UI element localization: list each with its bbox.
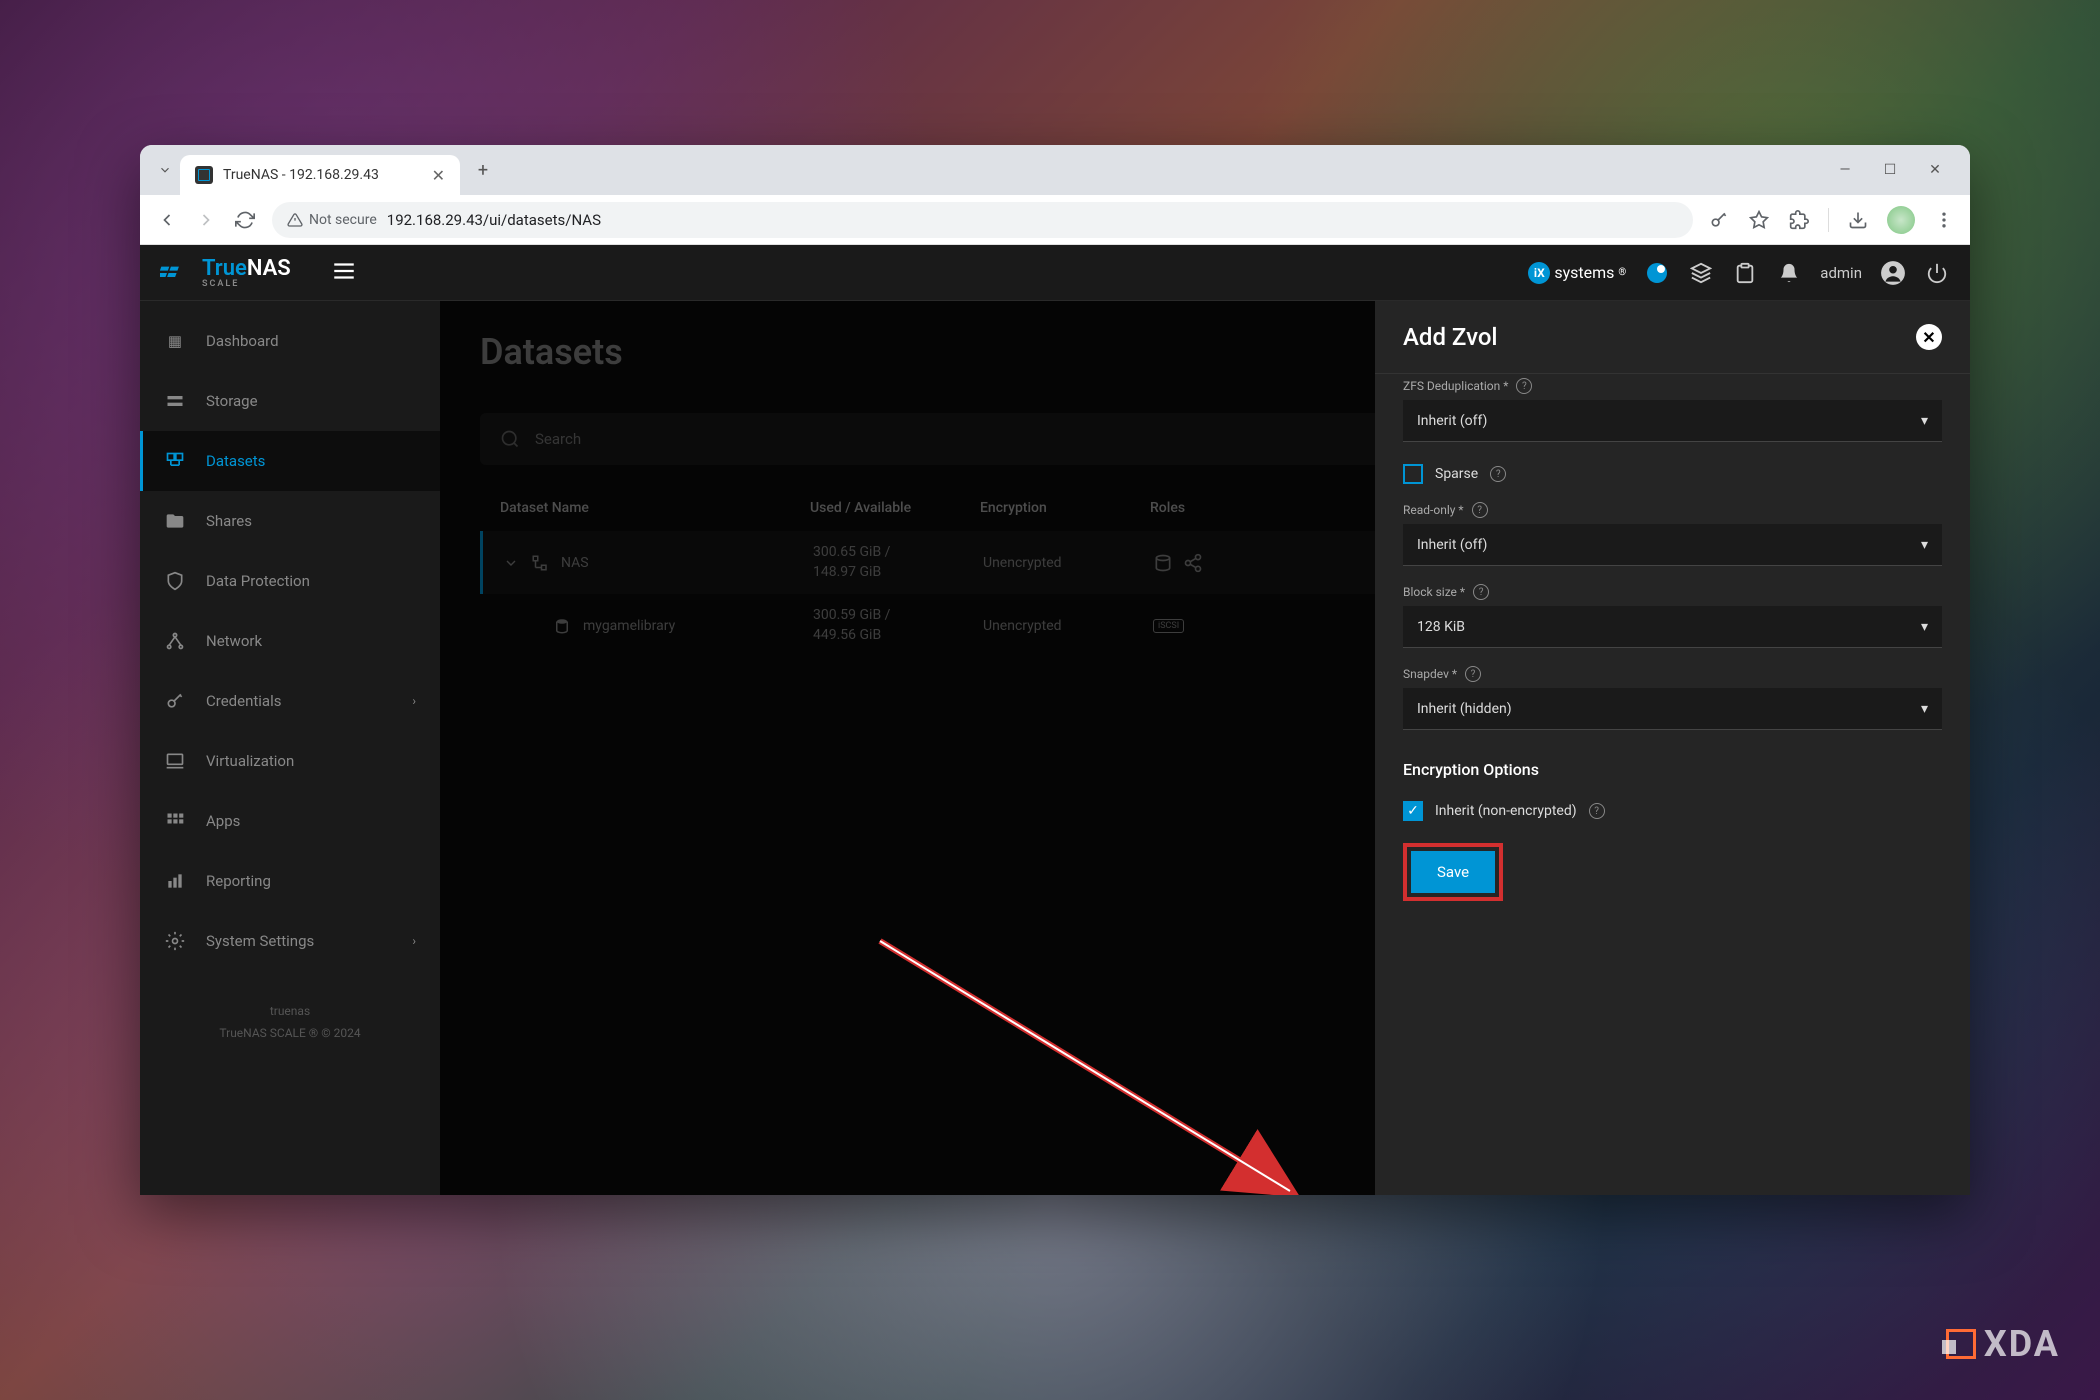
minimize-button[interactable]: — bbox=[1835, 160, 1855, 180]
sidebar-item-storage[interactable]: Storage bbox=[140, 371, 440, 431]
address-bar: Not secure 192.168.29.43/ui/datasets/NAS bbox=[140, 195, 1970, 245]
favicon-icon bbox=[195, 166, 213, 184]
password-key-icon[interactable] bbox=[1708, 209, 1730, 231]
apps-icon bbox=[164, 810, 186, 832]
blocksize-select[interactable]: 128 KiB▾ bbox=[1403, 606, 1942, 648]
dropdown-arrow-icon: ▾ bbox=[1921, 413, 1928, 429]
app-container: TrueNAS SCALE iX systems ® admin bbox=[140, 245, 1970, 1195]
xda-icon bbox=[1946, 1329, 1976, 1359]
power-icon[interactable] bbox=[1924, 260, 1950, 286]
back-button[interactable] bbox=[155, 208, 179, 232]
storage-icon bbox=[164, 390, 186, 412]
logo-text-nas: NAS bbox=[247, 256, 291, 281]
inherit-encryption-checkbox[interactable]: ✓ bbox=[1403, 801, 1423, 821]
readonly-select[interactable]: Inherit (off)▾ bbox=[1403, 524, 1942, 566]
security-badge[interactable]: Not secure bbox=[287, 212, 377, 228]
url-text: 192.168.29.43/ui/datasets/NAS bbox=[387, 211, 601, 229]
xda-watermark: XDA bbox=[1946, 1323, 2060, 1365]
forward-button[interactable] bbox=[194, 208, 218, 232]
bookmark-star-icon[interactable] bbox=[1748, 209, 1770, 231]
layers-icon[interactable] bbox=[1688, 260, 1714, 286]
help-icon[interactable]: ? bbox=[1516, 378, 1532, 394]
sidebar-footer: truenas TrueNAS SCALE ® © 2024 bbox=[140, 1001, 440, 1044]
dedup-label: ZFS Deduplication *? bbox=[1403, 378, 1942, 394]
save-button[interactable]: Save bbox=[1411, 851, 1495, 893]
downloads-icon[interactable] bbox=[1847, 209, 1869, 231]
chevron-right-icon: › bbox=[412, 934, 416, 948]
ix-label: systems bbox=[1554, 263, 1614, 282]
help-icon[interactable]: ? bbox=[1589, 803, 1605, 819]
reload-button[interactable] bbox=[233, 208, 257, 232]
sidebar-item-system-settings[interactable]: System Settings› bbox=[140, 911, 440, 971]
security-label: Not secure bbox=[309, 212, 377, 228]
shares-icon bbox=[164, 510, 186, 532]
dedup-select[interactable]: Inherit (off)▾ bbox=[1403, 400, 1942, 442]
hamburger-menu-button[interactable] bbox=[331, 258, 357, 288]
chart-icon bbox=[164, 870, 186, 892]
tab-title: TrueNAS - 192.168.29.43 bbox=[223, 167, 379, 183]
annotation-highlight: Save bbox=[1403, 843, 1503, 901]
truenas-logo[interactable]: TrueNAS SCALE bbox=[160, 256, 291, 289]
profile-avatar[interactable] bbox=[1887, 206, 1915, 234]
tab-bar: TrueNAS - 192.168.29.43 ✕ + — ☐ ✕ bbox=[140, 145, 1970, 195]
sparse-checkbox[interactable] bbox=[1403, 464, 1423, 484]
help-icon[interactable]: ? bbox=[1472, 502, 1488, 518]
maximize-button[interactable]: ☐ bbox=[1880, 160, 1900, 180]
add-zvol-panel: Add Zvol ✕ ZFS Deduplication *? Inherit … bbox=[1375, 301, 1970, 1195]
tab-search-dropdown[interactable] bbox=[150, 155, 180, 185]
sidebar-item-datasets[interactable]: Datasets bbox=[140, 431, 440, 491]
help-icon[interactable]: ? bbox=[1465, 666, 1481, 682]
readonly-label: Read-only *? bbox=[1403, 502, 1942, 518]
sidebar-item-credentials[interactable]: Credentials› bbox=[140, 671, 440, 731]
sidebar: ▦Dashboard Storage Datasets Shares Data … bbox=[140, 301, 440, 1195]
sidebar-item-shares[interactable]: Shares bbox=[140, 491, 440, 551]
tab-close-button[interactable]: ✕ bbox=[432, 166, 445, 185]
panel-close-button[interactable]: ✕ bbox=[1916, 324, 1942, 350]
dropdown-arrow-icon: ▾ bbox=[1921, 701, 1928, 717]
help-icon[interactable]: ? bbox=[1490, 466, 1506, 482]
chevron-right-icon: › bbox=[412, 694, 416, 708]
app-topbar: TrueNAS SCALE iX systems ® admin bbox=[140, 245, 1970, 301]
sparse-label: Sparse bbox=[1435, 466, 1478, 482]
new-tab-button[interactable]: + bbox=[468, 155, 498, 185]
bell-icon[interactable] bbox=[1776, 260, 1802, 286]
datasets-icon bbox=[164, 450, 186, 472]
close-window-button[interactable]: ✕ bbox=[1925, 160, 1945, 180]
sidebar-item-reporting[interactable]: Reporting bbox=[140, 851, 440, 911]
network-icon bbox=[164, 630, 186, 652]
sidebar-item-virtualization[interactable]: Virtualization bbox=[140, 731, 440, 791]
key-icon bbox=[164, 690, 186, 712]
laptop-icon bbox=[164, 750, 186, 772]
logo-text-true: True bbox=[202, 256, 247, 281]
admin-label: admin bbox=[1820, 264, 1862, 282]
status-icon[interactable] bbox=[1644, 260, 1670, 286]
browser-window: TrueNAS - 192.168.29.43 ✕ + — ☐ ✕ Not se… bbox=[140, 145, 1970, 1195]
browser-tab[interactable]: TrueNAS - 192.168.29.43 ✕ bbox=[180, 155, 460, 195]
divider bbox=[1828, 208, 1829, 232]
menu-dots-icon[interactable] bbox=[1933, 209, 1955, 231]
sidebar-item-apps[interactable]: Apps bbox=[140, 791, 440, 851]
ix-icon: iX bbox=[1528, 262, 1550, 284]
user-avatar-icon[interactable] bbox=[1880, 260, 1906, 286]
snapdev-select[interactable]: Inherit (hidden)▾ bbox=[1403, 688, 1942, 730]
shield-icon bbox=[164, 570, 186, 592]
clipboard-icon[interactable] bbox=[1732, 260, 1758, 286]
sidebar-item-data-protection[interactable]: Data Protection bbox=[140, 551, 440, 611]
help-icon[interactable]: ? bbox=[1473, 584, 1489, 600]
dashboard-icon: ▦ bbox=[164, 330, 186, 352]
url-box[interactable]: Not secure 192.168.29.43/ui/datasets/NAS bbox=[272, 202, 1693, 238]
blocksize-label: Block size *? bbox=[1403, 584, 1942, 600]
logo-icon bbox=[160, 257, 192, 289]
ixsystems-logo[interactable]: iX systems ® bbox=[1528, 260, 1626, 286]
snapdev-label: Snapdev *? bbox=[1403, 666, 1942, 682]
inherit-encryption-label: Inherit (non-encrypted) bbox=[1435, 803, 1577, 819]
panel-title: Add Zvol bbox=[1403, 323, 1498, 351]
sidebar-item-dashboard[interactable]: ▦Dashboard bbox=[140, 311, 440, 371]
sidebar-item-network[interactable]: Network bbox=[140, 611, 440, 671]
dropdown-arrow-icon: ▾ bbox=[1921, 537, 1928, 553]
dropdown-arrow-icon: ▾ bbox=[1921, 619, 1928, 635]
extensions-icon[interactable] bbox=[1788, 209, 1810, 231]
encryption-section-title: Encryption Options bbox=[1403, 760, 1942, 779]
gear-icon bbox=[164, 930, 186, 952]
